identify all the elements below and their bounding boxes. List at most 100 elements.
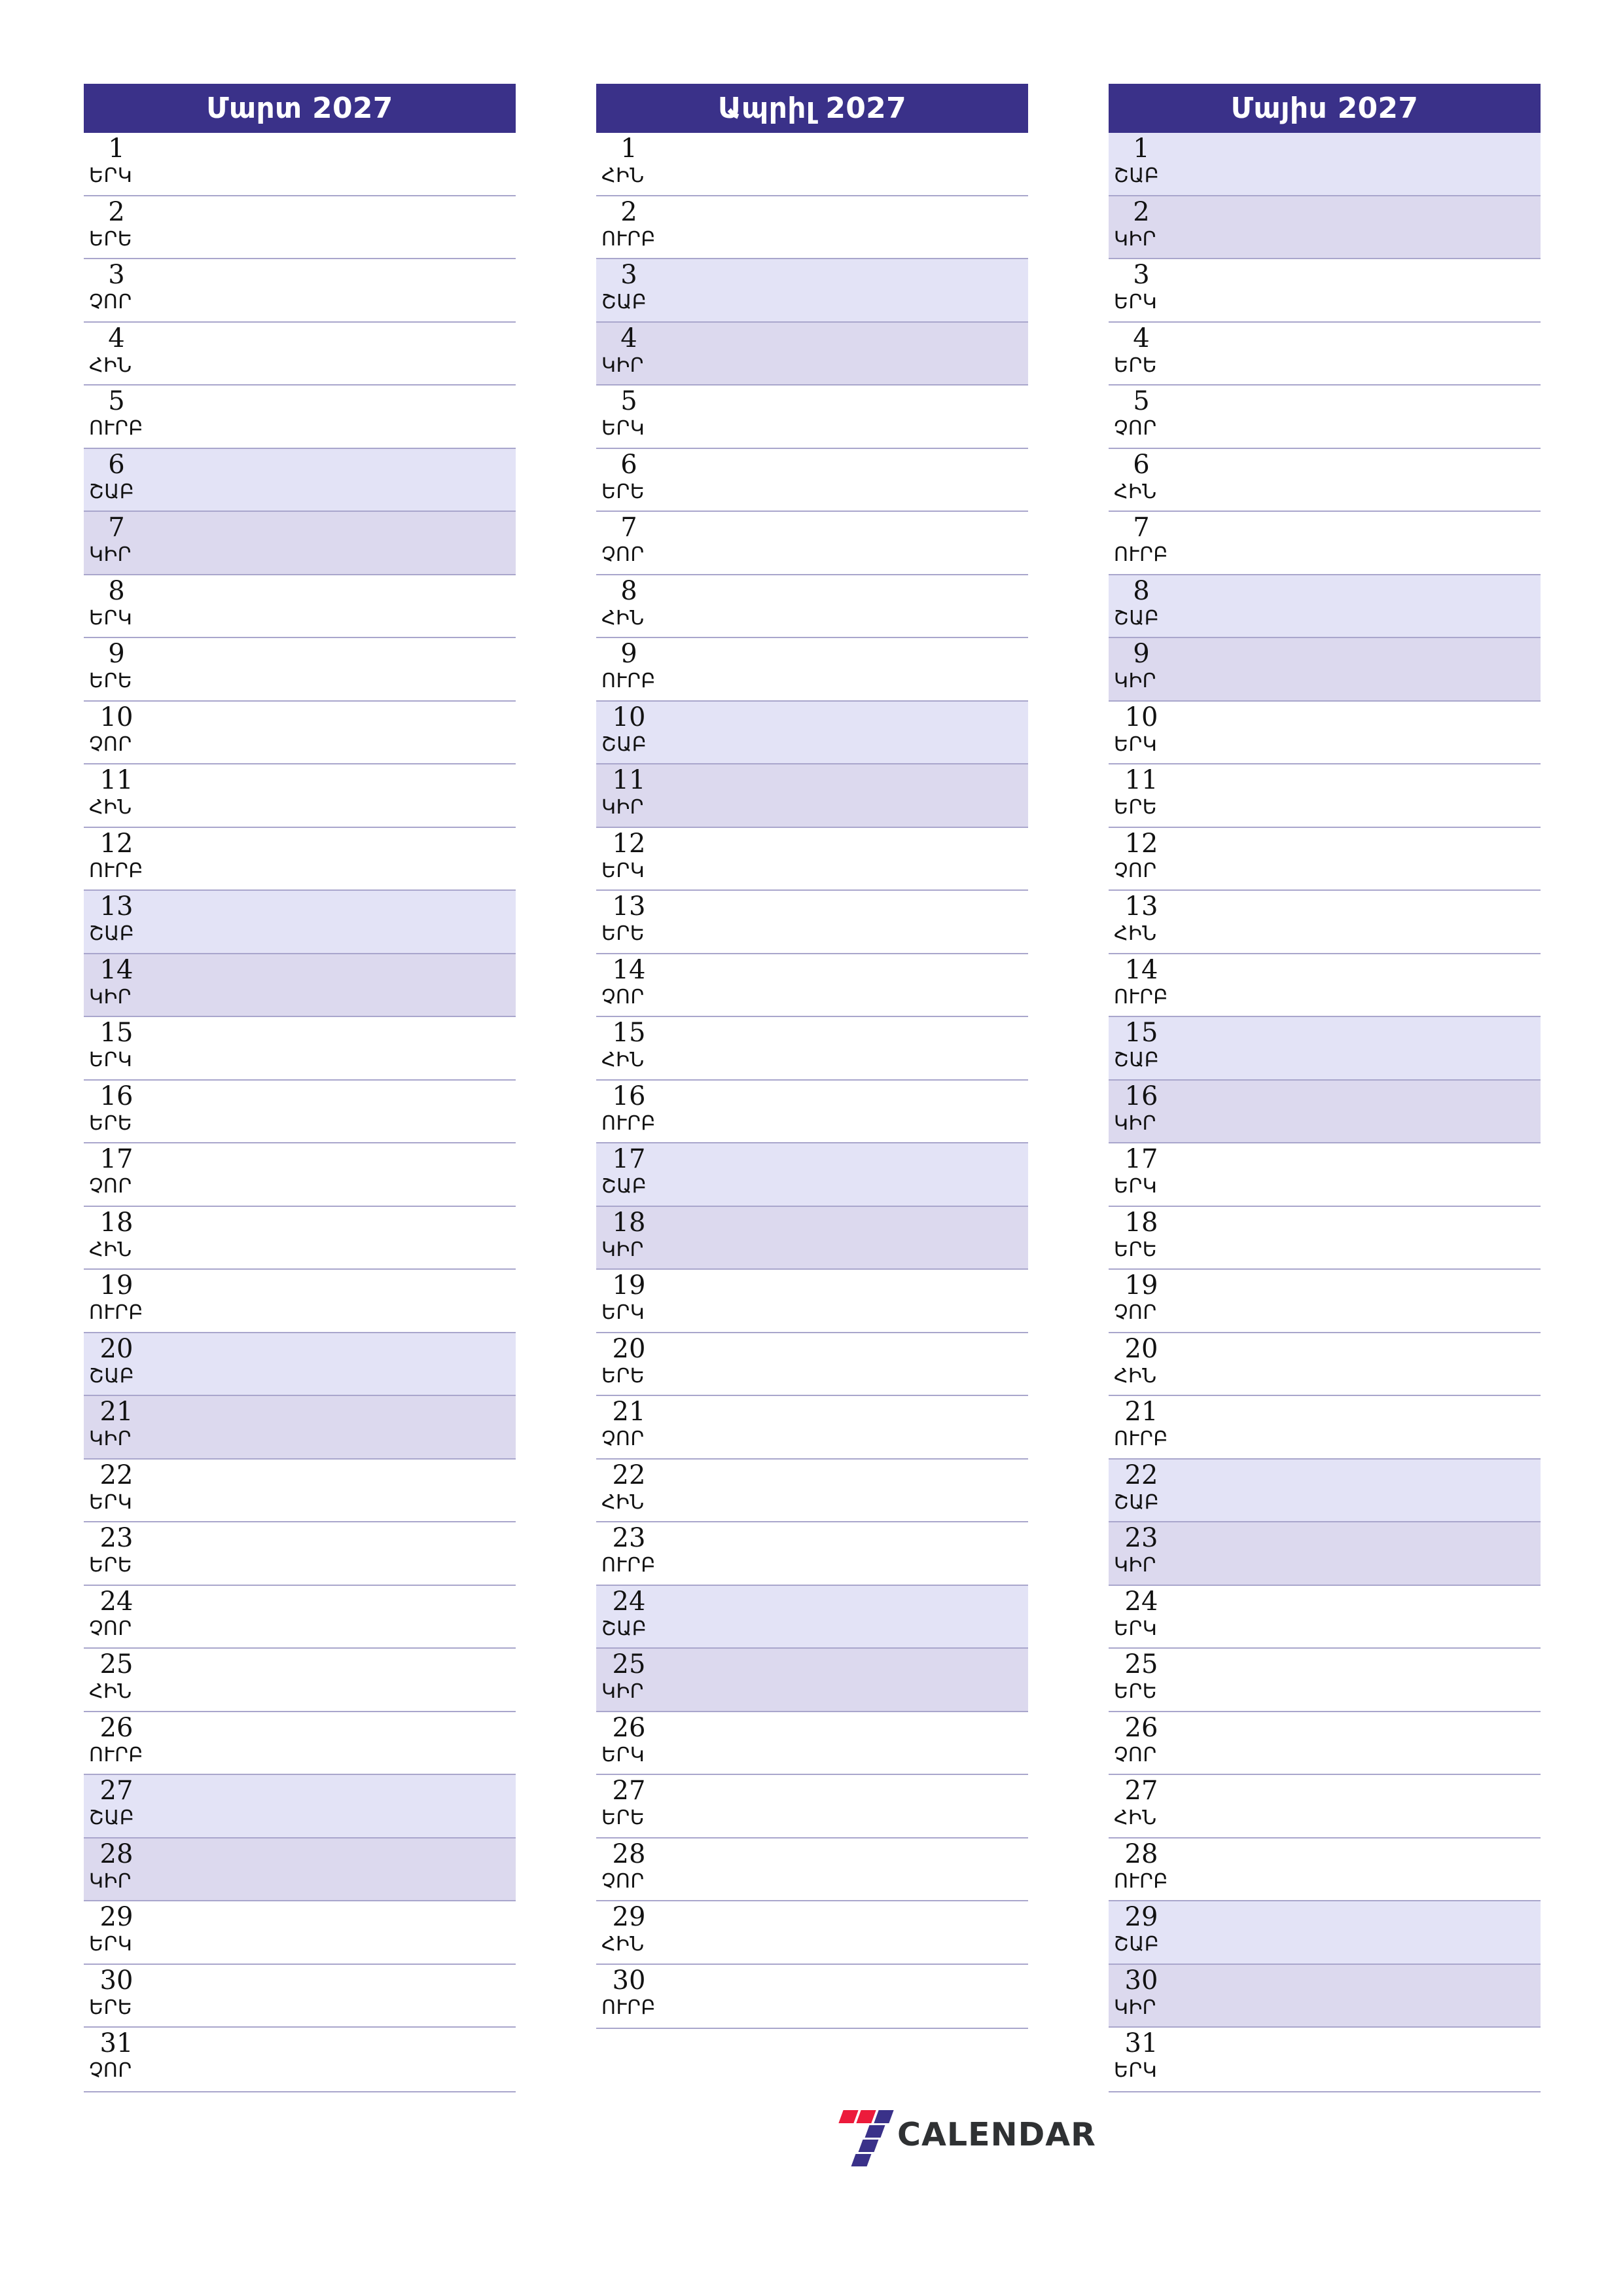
day-row[interactable]: 8 ՇԱԲ [1109,575,1541,638]
day-row[interactable]: 1 ՀԻՆ [596,133,1028,196]
day-row[interactable]: 30 ԿԻՐ [1109,1964,1541,2028]
day-row[interactable]: 26 ԵՐԿ [596,1712,1028,1775]
day-row[interactable]: 26 ՈՒՐԲ [84,1712,516,1775]
day-row[interactable]: 25 ԵՐԵ [1109,1649,1541,1712]
day-row[interactable]: 12 ԵՐԿ [596,827,1028,891]
day-row[interactable]: 7 ՈՒՐԲ [1109,512,1541,575]
day-row[interactable]: 26 ՉՈՐ [1109,1712,1541,1775]
day-number: 23 [612,1523,646,1553]
day-row[interactable]: 10 ՇԱԲ [596,701,1028,764]
day-row[interactable]: 20 ՀԻՆ [1109,1333,1541,1396]
day-row[interactable]: 11 ԿԻՐ [596,764,1028,828]
day-row[interactable]: 23 ՈՒՐԲ [596,1522,1028,1586]
day-row[interactable]: 19 ՉՈՐ [1109,1270,1541,1333]
day-number: 22 [1124,1460,1158,1490]
day-row[interactable]: 16 ԿԻՐ [1109,1080,1541,1143]
day-row[interactable]: 20 ԵՐԵ [596,1333,1028,1396]
day-row[interactable]: 5 ՈՒՐԲ [84,386,516,449]
day-row[interactable]: 4 ԿԻՐ [596,322,1028,386]
day-row[interactable]: 27 ՇԱԲ [84,1775,516,1839]
day-row[interactable]: 10 ՉՈՐ [84,701,516,764]
day-row[interactable]: 28 ՈՒՐԲ [1109,1838,1541,1901]
day-row[interactable]: 18 ՀԻՆ [84,1206,516,1270]
day-number: 1 [620,134,637,164]
day-row[interactable]: 1 ԵՐԿ [84,133,516,196]
day-row[interactable]: 27 ՀԻՆ [1109,1775,1541,1839]
day-weekday-abbr: ՇԱԲ [1114,606,1160,630]
day-row[interactable]: 6 ԵՐԵ [596,448,1028,512]
day-row[interactable]: 22 ՀԻՆ [596,1459,1028,1522]
day-row[interactable]: 12 ՈՒՐԲ [84,827,516,891]
day-row[interactable]: 16 ԵՐԵ [84,1080,516,1143]
day-row[interactable]: 13 ՀԻՆ [1109,891,1541,954]
day-row[interactable]: 7 ՉՈՐ [596,512,1028,575]
day-row[interactable]: 21 ՉՈՐ [596,1396,1028,1460]
day-row[interactable]: 18 ԵՐԵ [1109,1206,1541,1270]
day-row[interactable]: 3 ԵՐԿ [1109,259,1541,323]
day-row[interactable]: 14 ԿԻՐ [84,954,516,1017]
day-row[interactable]: 24 ՉՈՐ [84,1585,516,1649]
day-row[interactable]: 22 ԵՐԿ [84,1459,516,1522]
day-row[interactable]: 2 ՈՒՐԲ [596,196,1028,259]
day-row[interactable]: 14 ՈՒՐԲ [1109,954,1541,1017]
day-row[interactable]: 6 ՇԱԲ [84,448,516,512]
day-row[interactable]: 27 ԵՐԵ [596,1775,1028,1839]
day-row[interactable]: 5 ՉՈՐ [1109,386,1541,449]
day-row[interactable]: 29 ԵՐԿ [84,1901,516,1965]
day-row[interactable]: 17 ՇԱԲ [596,1143,1028,1207]
day-row[interactable]: 16 ՈՒՐԲ [596,1080,1028,1143]
day-row[interactable]: 4 ՀԻՆ [84,322,516,386]
day-row[interactable]: 30 ՈՒՐԲ [596,1964,1028,2028]
day-row[interactable]: 25 ՀԻՆ [84,1649,516,1712]
day-row[interactable]: 21 ԿԻՐ [84,1396,516,1460]
day-row[interactable]: 17 ՉՈՐ [84,1143,516,1207]
day-row[interactable]: 6 ՀԻՆ [1109,448,1541,512]
day-row[interactable]: 15 ՀԻՆ [596,1017,1028,1081]
day-weekday-abbr: ՇԱԲ [89,1364,135,1388]
day-row[interactable]: 15 ԵՐԿ [84,1017,516,1081]
day-row[interactable]: 11 ԵՐԵ [1109,764,1541,828]
day-row[interactable]: 8 ՀԻՆ [596,575,1028,638]
day-row[interactable]: 24 ՇԱԲ [596,1585,1028,1649]
day-row[interactable]: 15 ՇԱԲ [1109,1017,1541,1081]
day-row[interactable]: 30 ԵՐԵ [84,1964,516,2028]
day-row[interactable]: 4 ԵՐԵ [1109,322,1541,386]
day-row[interactable]: 13 ԵՐԵ [596,891,1028,954]
day-row[interactable]: 5 ԵՐԿ [596,386,1028,449]
day-row[interactable]: 17 ԵՐԿ [1109,1143,1541,1207]
day-row[interactable]: 28 ԿԻՐ [84,1838,516,1901]
day-row[interactable]: 24 ԵՐԿ [1109,1585,1541,1649]
day-row[interactable]: 29 ՇԱԲ [1109,1901,1541,1965]
day-row[interactable]: 31 ԵՐԿ [1109,2028,1541,2091]
day-row[interactable]: 7 ԿԻՐ [84,512,516,575]
day-row[interactable]: 31 ՉՈՐ [84,2028,516,2091]
day-row[interactable]: 23 ԿԻՐ [1109,1522,1541,1586]
day-row[interactable]: 13 ՇԱԲ [84,891,516,954]
day-row[interactable]: 3 ՉՈՐ [84,259,516,323]
day-row[interactable]: 9 ՈՒՐԲ [596,638,1028,702]
day-row[interactable]: 18 ԿԻՐ [596,1206,1028,1270]
day-row[interactable]: 19 ՈՒՐԲ [84,1270,516,1333]
day-number: 8 [108,575,125,606]
day-row[interactable]: 20 ՇԱԲ [84,1333,516,1396]
day-row[interactable]: 28 ՉՈՐ [596,1838,1028,1901]
day-row[interactable]: 22 ՇԱԲ [1109,1459,1541,1522]
day-row[interactable]: 14 ՉՈՐ [596,954,1028,1017]
day-row[interactable]: 21 ՈՒՐԲ [1109,1396,1541,1460]
day-row[interactable]: 19 ԵՐԿ [596,1270,1028,1333]
day-row[interactable]: 3 ՇԱԲ [596,259,1028,323]
day-row[interactable]: 8 ԵՐԿ [84,575,516,638]
day-row[interactable]: 25 ԿԻՐ [596,1649,1028,1712]
day-row[interactable]: 2 ԿԻՐ [1109,196,1541,259]
day-row[interactable]: 12 ՉՈՐ [1109,827,1541,891]
day-row[interactable]: 2 ԵՐԵ [84,196,516,259]
day-weekday-abbr: ՀԻՆ [89,1238,132,1261]
day-row[interactable]: 23 ԵՐԵ [84,1522,516,1586]
day-row[interactable]: 11 ՀԻՆ [84,764,516,828]
day-row[interactable]: 1 ՇԱԲ [1109,133,1541,196]
day-weekday-abbr: ԵՐԵ [1114,796,1158,819]
day-row[interactable]: 9 ԵՐԵ [84,638,516,702]
day-row[interactable]: 29 ՀԻՆ [596,1901,1028,1965]
day-row[interactable]: 9 ԿԻՐ [1109,638,1541,702]
day-row[interactable]: 10 ԵՐԿ [1109,701,1541,764]
